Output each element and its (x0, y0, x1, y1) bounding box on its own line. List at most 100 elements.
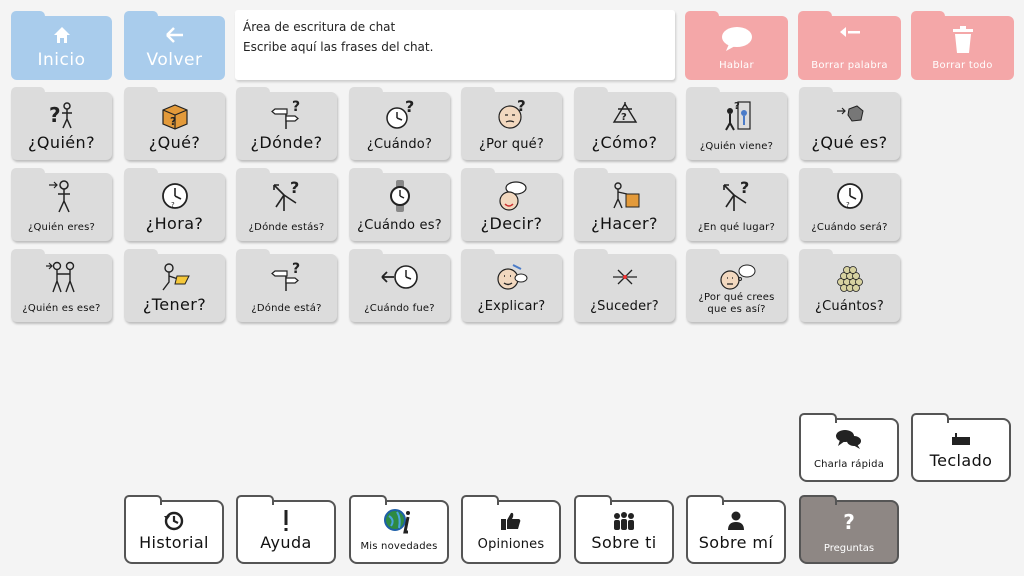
how-icon: ? (574, 98, 675, 132)
question-tile-label: ¿Cuándo será? (811, 222, 888, 233)
question-tile-label: ¿Cuándo es? (357, 218, 442, 233)
signpost-icon: ? (236, 98, 337, 132)
question-tile[interactable]: ? ¿Hora? (124, 168, 225, 241)
tab-label: Opiniones (477, 537, 545, 552)
question-tile[interactable]: ? ¿Dónde? (236, 87, 337, 160)
question-tile[interactable]: ? ¿Qué? (124, 87, 225, 160)
svg-text:?: ? (170, 115, 176, 128)
question-tile-label: ¿Decir? (480, 214, 543, 233)
back-button[interactable]: Volver (124, 11, 225, 80)
question-tile[interactable]: ¿Por qué crees que es así? (686, 249, 787, 322)
question-tile[interactable]: ¿Cuándo es? (349, 168, 450, 241)
question-tile[interactable]: ? ¿Dónde está? (236, 249, 337, 322)
question-tile-label: ¿Quién viene? (699, 141, 774, 152)
question-tile-label: ¿Por qué? (479, 137, 544, 152)
question-tile[interactable]: ? ¿Cuándo? (349, 87, 450, 160)
delete-word-button[interactable]: Borrar palabra (798, 11, 901, 80)
user-icon (688, 510, 784, 532)
quick-chat-button[interactable]: Charla rápida (799, 413, 899, 482)
svg-text:?: ? (846, 201, 850, 209)
back-arrow-icon (124, 26, 225, 44)
question-tile-label: ¿Explicar? (477, 299, 546, 314)
question-tile[interactable]: ¿Tener? (124, 249, 225, 322)
keyboard-button[interactable]: Teclado (911, 413, 1011, 482)
delete-all-label: Borrar todo (932, 60, 993, 71)
signpost-icon: ? (236, 260, 337, 294)
question-tile-label: ¿En qué lugar? (698, 222, 775, 233)
question-tile-label: ¿Tener? (142, 295, 207, 314)
clock-question-icon: ? (349, 98, 450, 132)
trash-icon (911, 26, 1014, 54)
svg-text:?: ? (292, 261, 300, 277)
past-clock-icon (349, 260, 450, 294)
do-icon (574, 179, 675, 213)
tab-label: Historial (139, 533, 209, 552)
box-icon: ? (124, 98, 225, 132)
question-tile-label: ¿Dónde estás? (248, 222, 325, 233)
history-icon (126, 510, 222, 532)
question-tile-label: ¿Suceder? (590, 299, 659, 314)
question-tile[interactable]: ? ¿En qué lugar? (686, 168, 787, 241)
svg-text:?: ? (405, 99, 414, 116)
question-tile-label: ¿Dónde está? (251, 303, 322, 314)
question-tile[interactable]: ¿Quién es ese? (11, 249, 112, 322)
question-tile[interactable]: ¿Qué es? (799, 87, 900, 160)
what-is-icon (799, 98, 900, 132)
question-tile[interactable]: ¿Hacer? (574, 168, 675, 241)
question-tile[interactable]: ¿Explicar? (461, 249, 562, 322)
question-tile[interactable]: ? ¿Cómo? (574, 87, 675, 160)
tab-label: Sobre ti (591, 533, 657, 552)
home-icon (11, 26, 112, 44)
thinking-face-icon: ? (461, 98, 562, 132)
question-tile[interactable]: ¿Cuándo fue? (349, 249, 450, 322)
question-tile[interactable]: ¿Cuántos? (799, 249, 900, 322)
tab-historial[interactable]: Historial (124, 495, 224, 564)
who-icon: ? (11, 98, 112, 132)
keyboard-label: Teclado (929, 451, 993, 470)
tab-ayuda[interactable]: Ayuda (236, 495, 336, 564)
question-tile[interactable]: ¿Suceder? (574, 249, 675, 322)
tab-opiniones[interactable]: Opiniones (461, 495, 561, 564)
question-tile[interactable]: ? ¿Por qué? (461, 87, 562, 160)
question-tile[interactable]: ? ¿Dónde estás? (236, 168, 337, 241)
globe-info-icon (351, 509, 447, 534)
home-button[interactable]: Inicio (11, 11, 112, 80)
question-tile[interactable]: ¿Quién eres? (11, 168, 112, 241)
tab-preguntas-label: Preguntas (823, 543, 875, 554)
tab-mis-novedades[interactable]: Mis novedades (349, 495, 449, 564)
tab-sobre-mí[interactable]: Sobre mí (686, 495, 786, 564)
backspace-icon (798, 26, 901, 38)
happen-icon (574, 260, 675, 294)
arrows-question-icon: ? (686, 179, 787, 213)
two-people-icon (11, 260, 112, 294)
speech-face-icon (461, 179, 562, 213)
question-tile[interactable]: ? ¿Quién? (11, 87, 112, 160)
question-tile[interactable]: ? ¿Quién viene? (686, 87, 787, 160)
tab-label: Sobre mí (698, 533, 774, 552)
question-tile[interactable]: ? ¿Cuándo será? (799, 168, 900, 241)
watch-icon (349, 179, 450, 213)
home-label: Inicio (37, 50, 86, 70)
speak-button[interactable]: Hablar (685, 11, 788, 80)
question-tile-label: ¿Quién es ese? (22, 303, 101, 314)
many-balls-icon (799, 260, 900, 294)
clock-icon: ? (799, 179, 900, 213)
question-tile-label: ¿Quién eres? (27, 222, 96, 233)
delete-all-button[interactable]: Borrar todo (911, 11, 1014, 80)
svg-text:?: ? (49, 103, 61, 127)
question-tile-label: ¿Quién? (28, 133, 95, 152)
question-tile-label: ¿Hacer? (591, 214, 658, 233)
chat-area-hint: Escribe aquí las frases del chat. (243, 40, 434, 54)
chat-input-area[interactable]: Área de escritura de chat Escribe aquí l… (235, 10, 675, 80)
arrows-question-icon: ? (236, 179, 337, 213)
svg-text:?: ? (292, 99, 300, 115)
tab-label: Ayuda (260, 533, 312, 552)
svg-text:?: ? (290, 179, 299, 197)
explain-face-icon (461, 260, 562, 294)
question-tile[interactable]: ¿Decir? (461, 168, 562, 241)
question-mark-icon: ? (843, 510, 855, 534)
tab-preguntas[interactable]: ? Preguntas (799, 495, 899, 564)
question-tile-label: ¿Hora? (145, 214, 204, 233)
tab-sobre-ti[interactable]: Sobre ti (574, 495, 674, 564)
back-label: Volver (146, 50, 203, 70)
